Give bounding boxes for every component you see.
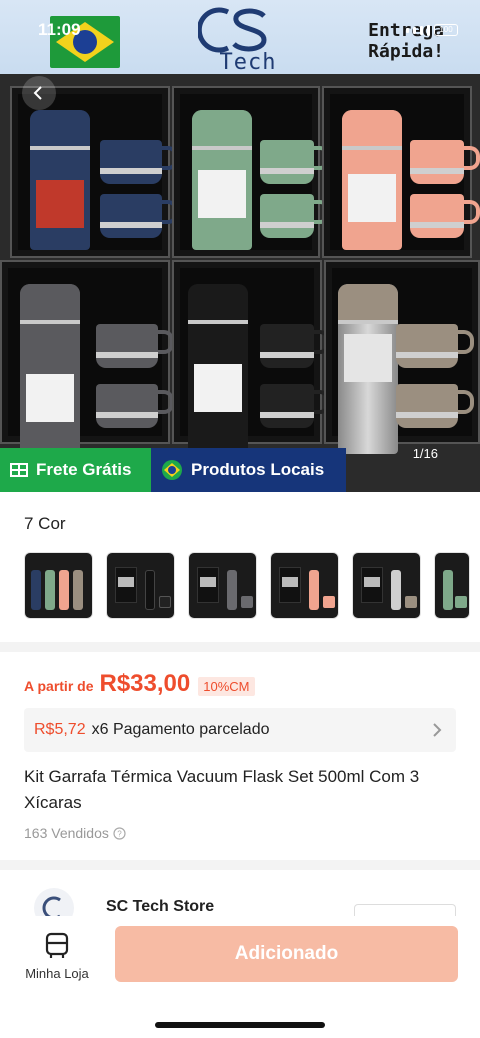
color-thumb-all[interactable] (24, 552, 93, 619)
store-name[interactable]: SC Tech Store (106, 898, 214, 916)
price-prefix: A partir de (24, 678, 94, 694)
price-value: R$33,00 (99, 670, 191, 697)
back-arrow-icon (33, 86, 42, 100)
local-products-badge: Produtos Locais (151, 448, 346, 492)
my-store-button[interactable]: Minha Loja (16, 926, 98, 986)
product-box-pink (322, 86, 480, 258)
colors-title: 7 Cor (24, 514, 66, 533)
price-row: A partir de R$33,00 10%CM (24, 670, 255, 698)
color-thumb-grey[interactable] (188, 552, 257, 619)
bottom-action-bar: Minha Loja Adicionado (0, 916, 480, 1038)
product-title: Kit Garrafa Térmica Vacuum Flask Set 500… (24, 767, 420, 812)
product-image-gallery[interactable]: Tech Entrega Rápida! 11:09 100 1/16 Fret… (0, 0, 480, 492)
product-photo (0, 74, 480, 454)
truck-icon (10, 462, 28, 478)
local-products-label: Produtos Locais (191, 460, 325, 479)
store-logo: Tech (196, 6, 298, 75)
color-thumb-black[interactable] (106, 552, 175, 619)
section-divider (0, 642, 480, 652)
color-thumb-steel[interactable] (352, 552, 421, 619)
brazil-flag-small-icon (161, 459, 183, 481)
sold-count-text: 163 Vendidos (24, 825, 109, 841)
status-icons: 100 (406, 24, 458, 36)
product-box-black (172, 260, 330, 454)
section-divider (0, 860, 480, 870)
status-time: 11:09 (38, 20, 81, 39)
added-to-cart-button[interactable]: Adicionado (115, 926, 458, 982)
logo-text: Tech (219, 50, 277, 75)
help-icon[interactable]: ? (113, 826, 126, 840)
product-box-navy (10, 86, 178, 258)
sold-count: 163 Vendidos ? (24, 825, 126, 841)
gallery-page-indicator: 1/16 (412, 446, 438, 461)
battery-icon: 100 (434, 24, 458, 36)
installment-amount: R$5,72 (34, 721, 86, 738)
svg-text:?: ? (117, 829, 122, 838)
color-thumbnails (24, 552, 470, 619)
installment-row[interactable]: R$5,72 x6 Pagamento parcelado (24, 708, 456, 752)
color-thumb-green[interactable] (434, 552, 470, 619)
product-box-steel (324, 260, 480, 454)
color-thumb-pink[interactable] (270, 552, 339, 619)
back-button[interactable] (22, 76, 56, 110)
home-indicator[interactable] (155, 1022, 325, 1028)
product-box-grey (0, 260, 174, 454)
free-shipping-label: Frete Grátis (36, 460, 132, 479)
color-selector: 7 Cor (0, 492, 480, 642)
my-store-label: Minha Loja (25, 965, 89, 981)
price-badge: 10%CM (198, 677, 255, 696)
signal-icon (406, 27, 409, 33)
store-icon (45, 932, 69, 958)
free-shipping-badge: Frete Grátis (0, 448, 151, 492)
product-box-green (172, 86, 330, 258)
installment-text: x6 Pagamento parcelado (91, 721, 270, 738)
chevron-right-icon (433, 723, 442, 737)
